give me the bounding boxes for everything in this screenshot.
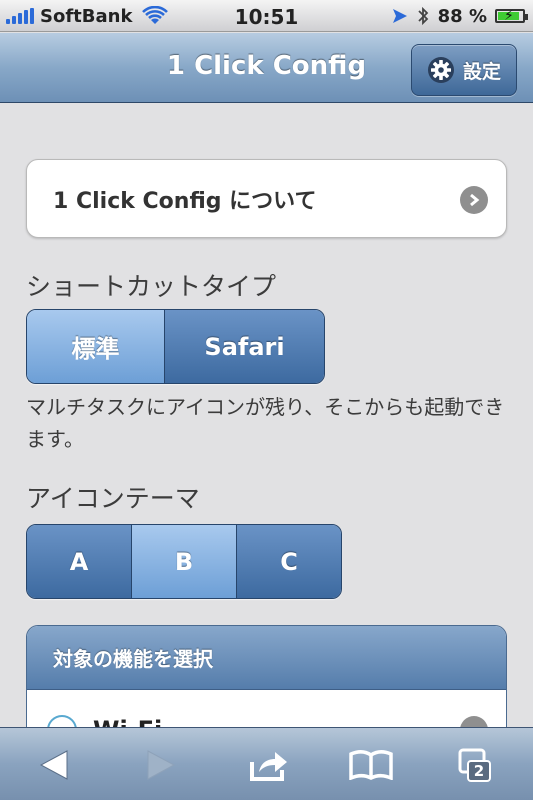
wifi-feature-icon	[47, 715, 77, 727]
segment-theme-a[interactable]: A	[27, 525, 132, 598]
shortcut-type-description: マルチタスクにアイコンが残り、そこからも起動できます。	[26, 395, 505, 451]
forward-button[interactable]	[126, 728, 196, 800]
feature-row-wifi[interactable]: Wi-Fi	[27, 690, 506, 727]
bluetooth-icon	[418, 6, 428, 26]
back-button[interactable]	[19, 728, 89, 800]
icon-theme-label: アイコンテーマ	[26, 484, 200, 513]
location-arrow-icon	[392, 9, 407, 23]
about-label: 1 Click Config について	[53, 188, 317, 214]
main-content[interactable]: 1 Click Config について ショートカットタイプ 標準 Safari…	[0, 104, 533, 727]
gear-icon	[427, 57, 454, 83]
features-group: 対象の機能を選択 Wi-Fi	[26, 625, 507, 727]
feature-label-wifi: Wi-Fi	[93, 716, 162, 727]
tabs-button[interactable]: 2	[441, 728, 511, 800]
forward-arrow-icon	[147, 749, 176, 780]
share-icon	[250, 751, 287, 781]
battery-percent: 88 %	[437, 5, 487, 27]
wifi-icon	[142, 6, 169, 24]
settings-label: 設定	[462, 60, 501, 83]
segment-theme-b[interactable]: B	[132, 525, 237, 598]
navigation-bar: 1 Click Config 設定	[0, 33, 533, 103]
signal-strength-icon	[6, 8, 34, 24]
segment-safari[interactable]: Safari	[165, 310, 324, 383]
share-button[interactable]	[234, 728, 304, 800]
battery-icon: ⚡	[495, 8, 528, 24]
bookmarks-button[interactable]	[336, 728, 406, 800]
status-right: 88 % ⚡	[392, 0, 528, 32]
about-row[interactable]: 1 Click Config について	[26, 159, 507, 238]
settings-button[interactable]: 設定	[411, 44, 517, 96]
segment-theme-c[interactable]: C	[237, 525, 341, 598]
charging-bolt-icon: ⚡	[504, 8, 514, 24]
chevron-right-icon	[460, 716, 488, 727]
icon-theme-segmented-control[interactable]: A B C	[26, 524, 342, 599]
segment-standard[interactable]: 標準	[27, 310, 165, 383]
tabs-count-badge: 2	[467, 760, 491, 782]
features-header: 対象の機能を選択	[27, 626, 506, 690]
browser-toolbar: 2	[0, 727, 533, 800]
shortcut-type-segmented-control[interactable]: 標準 Safari	[26, 309, 325, 384]
carrier-name: SoftBank	[40, 5, 133, 27]
page-title: 1 Click Config	[166, 51, 367, 81]
book-icon	[349, 749, 393, 780]
status-left: SoftBank	[6, 0, 169, 32]
back-arrow-icon	[39, 749, 68, 780]
status-bar: SoftBank 10:51 88 % ⚡	[0, 0, 533, 32]
shortcut-type-label: ショートカットタイプ	[26, 272, 277, 301]
chevron-right-icon	[460, 186, 488, 214]
